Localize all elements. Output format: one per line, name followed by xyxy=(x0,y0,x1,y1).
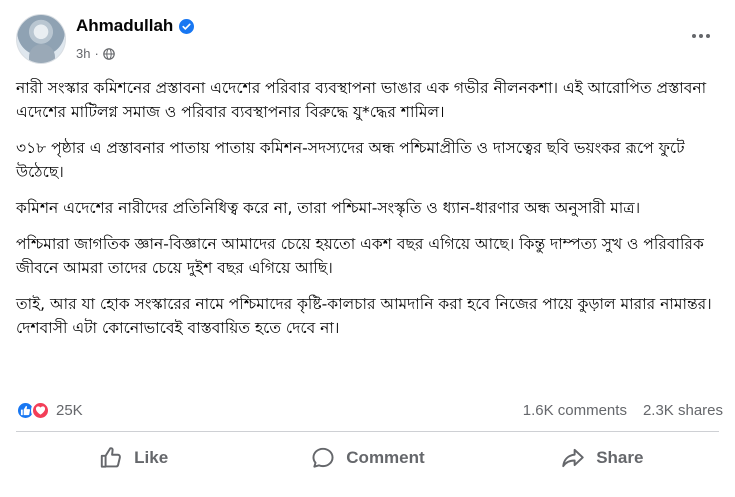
more-options-icon[interactable] xyxy=(689,26,713,46)
post-text: নারী সংস্কার কমিশনের প্রস্তাবনা এদেশের প… xyxy=(16,76,726,352)
love-reaction-icon xyxy=(31,400,50,420)
action-bar: Like Comment Share xyxy=(16,436,719,480)
post-paragraph: ৩১৮ পৃষ্ঠার এ প্রস্তাবনার পাতায় পাতায় … xyxy=(16,139,685,181)
author-row: Ahmadullah xyxy=(76,16,195,36)
like-label: Like xyxy=(134,448,169,467)
post-paragraph: পশ্চিমারা জাগতিক জ্ঞান-বিজ্ঞানে আমাদের চ… xyxy=(16,235,704,277)
post-time[interactable]: 3h xyxy=(76,46,90,61)
reaction-count: 25K xyxy=(56,401,83,419)
globe-icon xyxy=(103,47,115,60)
post-paragraph: নারী সংস্কার কমিশনের প্রস্তাবনা এদেশের প… xyxy=(16,79,707,121)
share-button[interactable]: Share xyxy=(485,436,719,480)
comment-label: Comment xyxy=(346,448,425,467)
engagement-counts: 1.6K comments 2.3K shares xyxy=(523,402,723,419)
share-label: Share xyxy=(596,448,644,467)
avatar[interactable] xyxy=(16,14,66,64)
facebook-post: Ahmadullah 3h · নারী সংস্কার কমিশনের প্র… xyxy=(0,0,735,497)
comment-bubble-icon xyxy=(312,447,334,468)
shares-count[interactable]: 2.3K shares xyxy=(643,402,723,419)
verified-badge-icon xyxy=(179,18,195,34)
post-meta: 3h · xyxy=(76,46,115,61)
post-header: Ahmadullah 3h · xyxy=(16,14,719,64)
like-button[interactable]: Like xyxy=(16,436,250,480)
post-paragraph: তাই, আর যা হোক সংস্কারের নামে পশ্চিমাদের… xyxy=(16,295,712,337)
meta-dot: · xyxy=(94,46,99,61)
author-name[interactable]: Ahmadullah xyxy=(76,16,173,36)
post-stats: 25K 1.6K comments 2.3K shares xyxy=(16,398,723,422)
divider xyxy=(16,431,719,432)
comment-button[interactable]: Comment xyxy=(250,436,484,480)
more-dot xyxy=(692,34,696,38)
thumbs-up-icon xyxy=(100,447,122,468)
more-dot xyxy=(706,34,710,38)
reactions-summary[interactable]: 25K xyxy=(16,400,83,420)
comments-count[interactable]: 1.6K comments xyxy=(523,402,627,419)
post-paragraph: কমিশন এদেশের নারীদের প্রতিনিধিত্ব করে না… xyxy=(16,199,641,217)
share-arrow-icon xyxy=(562,448,584,468)
more-dot xyxy=(699,34,703,38)
